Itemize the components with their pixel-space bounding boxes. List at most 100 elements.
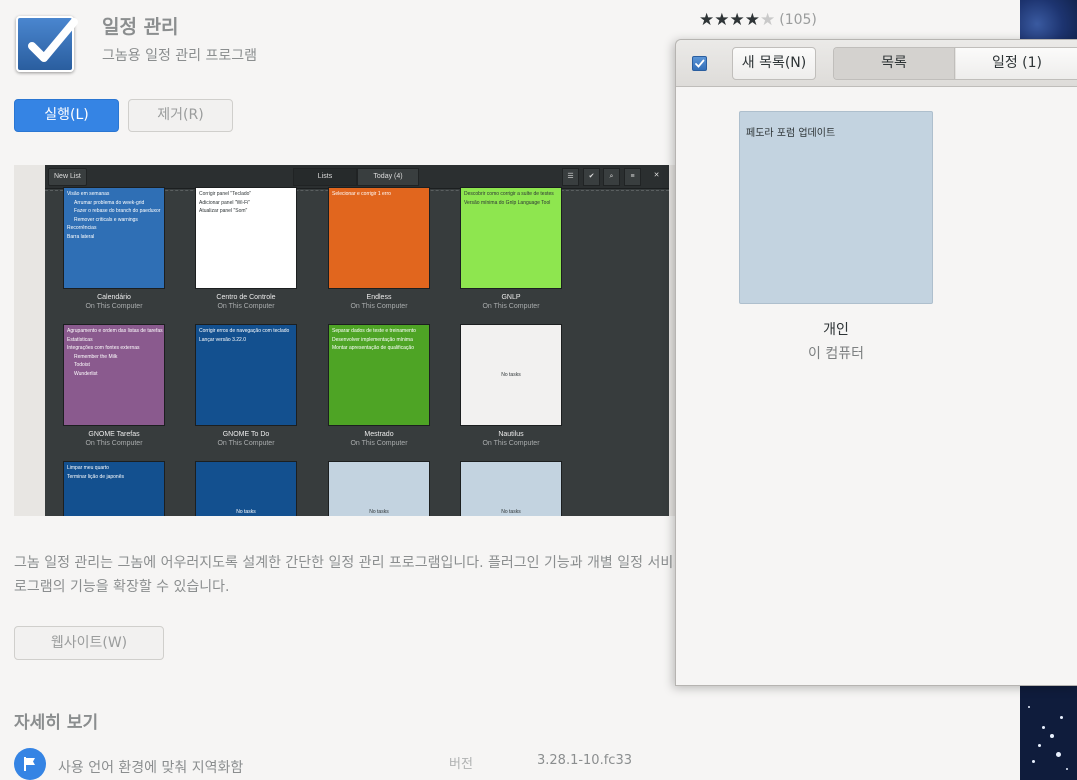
screenshot-task-item: Estatísticas: [67, 336, 93, 343]
screenshot-list-card: Agrupamento e ordem das listas de tarefa…: [63, 324, 165, 426]
star-icons: ★★★★★: [699, 10, 775, 30]
screenshot-card-name: Endless: [366, 294, 392, 301]
star-icon: ★: [744, 10, 760, 30]
rating-stars: ★★★★★ (105): [699, 10, 817, 30]
screenshot-tab-lists: Lists: [293, 168, 357, 186]
website-button[interactable]: 웹사이트(W): [14, 626, 164, 660]
screenshot-empty-label: No tasks: [369, 509, 389, 515]
desktop-wallpaper-bottom: [1020, 686, 1077, 780]
screenshot-task-item: Integrações com fontes externas: [67, 345, 140, 351]
screenshot-task-item: Fazer o rebase do branch do paeduxor: [74, 208, 161, 214]
screenshot-card-location: On This Computer: [217, 440, 275, 447]
screenshot-card-location: On This Computer: [217, 303, 275, 310]
screenshot-empty-label: No tasks: [501, 372, 521, 378]
star-icon: ★: [760, 10, 776, 30]
screenshot-card-name: GNOME To Do: [222, 431, 270, 438]
screenshot-task-item: Atualizar panel "Som": [199, 208, 248, 214]
screenshot-card-location: On This Computer: [85, 303, 143, 310]
description-line-2: 로그램의 기능을 확장할 수 있습니다.: [14, 579, 230, 595]
screenshot-card-name: GNLP: [501, 294, 521, 301]
localization-label: 사용 언어 환경에 맞춰 지역화함: [58, 760, 244, 776]
checkmark-icon: [28, 18, 78, 62]
app-title: 일정 관리: [102, 16, 179, 38]
screenshot-list-card: Visão em semanas Arrumar problema do week…: [63, 187, 165, 289]
description-line-1: 그놈 일정 관리는 그놈에 어우러지도록 설계한 간단한 일정 관리 프로그램입…: [14, 555, 674, 571]
check-icon: [695, 59, 705, 68]
screenshot-card-location: On This Computer: [350, 440, 408, 447]
localization-badge: [14, 748, 46, 780]
screenshot-menu-icon: ≡: [624, 168, 641, 186]
screenshot-card-location: On This Computer: [482, 440, 540, 447]
screenshot-card-location: On This Computer: [482, 303, 540, 310]
list-card-task: 페도라 포럼 업데이트: [746, 128, 836, 139]
star-icon: ★: [729, 10, 745, 30]
screenshot-card-name: Calendário: [97, 294, 131, 301]
screenshot-task-item: Limpar meu quarto: [67, 465, 109, 471]
screenshot-task-item: Agrupamento e ordem das listas de tarefa…: [67, 328, 163, 334]
screenshot-list-card: Separar dados de teste e treinamento Dese…: [328, 324, 430, 426]
screenshot-list-card: Corrigir panel "Teclado" Adicionar panel …: [195, 187, 297, 289]
list-card-personal[interactable]: 페도라 포럼 업데이트: [739, 111, 933, 304]
screenshot-list-card: No tasks: [460, 461, 562, 516]
run-button[interactable]: 실행(L): [14, 99, 119, 132]
screenshot-task-item: Lançar versão 3.22.0: [199, 336, 246, 343]
screenshot-list-card: Descobrir como corrigir a suíte de teste…: [460, 187, 562, 289]
screenshot-task-item: Terminar lição de japonês: [67, 473, 124, 480]
app-icon: [16, 16, 78, 72]
app-description: 그놈 일정 관리는 그놈에 어우러지도록 설계한 간단한 일정 관리 프로그램입…: [14, 551, 674, 599]
todo-headerbar: 새 목록(N) 목록 일정 (1): [676, 40, 1077, 87]
screenshot-task-item: Desenvolver implementação mínima: [332, 336, 413, 343]
select-mode-checkbox[interactable]: [692, 56, 707, 71]
version-label: 버전: [449, 757, 473, 772]
screenshot-card-name: GNOME Tarefas: [88, 431, 140, 438]
screenshot-close-icon: ✕: [653, 172, 660, 179]
screenshot-card-location: On This Computer: [350, 303, 408, 310]
screenshot-list-card: No tasks: [460, 324, 562, 426]
app-summary: 그놈용 일정 관리 프로그램: [102, 48, 258, 64]
star-icon: ★: [714, 10, 730, 30]
view-switcher: 목록 일정 (1): [833, 47, 1077, 80]
todo-window[interactable]: 새 목록(N) 목록 일정 (1) 페도라 포럼 업데이트 개인 이 컴퓨터: [675, 39, 1077, 686]
screenshot-task-item: Wunderlist: [74, 370, 98, 377]
screenshot-task-item: Barra lateral: [67, 233, 95, 240]
screenshot-card-name: Centro de Controle: [216, 294, 276, 301]
screenshot-task-item: Versão mínima do Gnlp Language Tool: [464, 199, 551, 206]
screenshot-card-name: Mestrado: [364, 431, 394, 438]
screenshot-empty-label: No tasks: [501, 509, 521, 515]
screenshot-empty-label: No tasks: [236, 509, 256, 515]
list-card-name: 개인: [823, 322, 849, 338]
screenshot-task-item: Todoist: [74, 362, 90, 368]
screenshot-card-location: On This Computer: [85, 440, 143, 447]
screenshot-search-icon: ⌕: [603, 168, 620, 186]
screenshot-task-item: Corrigir panel "Teclado": [199, 191, 252, 197]
version-value: 3.28.1-10.fc33: [537, 753, 632, 768]
desktop-wallpaper-top: [1020, 0, 1077, 40]
screenshot-list-card: No tasks: [195, 461, 297, 516]
screenshot-list-card: Limpar meu quarto Terminar lição de japon…: [63, 461, 165, 516]
review-count[interactable]: (105): [779, 12, 817, 28]
list-card-location: 이 컴퓨터: [808, 346, 864, 362]
screenshot-new-list-button: New List: [48, 168, 87, 186]
screenshot-task-item: Montar apresentação de qualificação: [332, 345, 414, 351]
screenshot-list-card: Selecionar e corrigir 1 erro: [328, 187, 430, 289]
star-icon: ★: [699, 10, 715, 30]
screenshot-task-item: Recorrências: [67, 225, 97, 231]
screenshot-task-item: Separar dados de teste e treinamento: [332, 328, 416, 334]
screenshot-task-item: Visão em semanas: [67, 191, 110, 197]
tab-today[interactable]: 일정 (1): [956, 48, 1077, 79]
tab-lists[interactable]: 목록: [834, 48, 955, 79]
screenshot-list-card: Corrigir erros de navegação com teclado L…: [195, 324, 297, 426]
screenshot-task-item: Selecionar e corrigir 1 erro: [332, 191, 391, 197]
screenshot-headerbar: New List Lists Today (4) ☰ ✔ ⌕ ≡ ✕: [45, 165, 669, 189]
new-list-button[interactable]: 새 목록(N): [732, 47, 816, 80]
details-heading: 자세히 보기: [14, 713, 99, 733]
remove-button[interactable]: 제거(R): [128, 99, 233, 132]
screenshot-task-item: Remember the Milk: [74, 353, 118, 360]
app-screenshot: New List Lists Today (4) ☰ ✔ ⌕ ≡ ✕ Visão…: [45, 165, 669, 516]
flag-icon: [24, 757, 35, 771]
screenshot-task-item: Corrigir erros de navegação com teclado: [199, 328, 290, 334]
screenshot-list-card: No tasks: [328, 461, 430, 516]
screenshot-task-item: Descobrir como corrigir a suíte de teste…: [464, 191, 554, 197]
screenshot-gallery[interactable]: New List Lists Today (4) ☰ ✔ ⌕ ≡ ✕ Visão…: [14, 165, 690, 516]
screenshot-task-item: Adicionar panel "Wi-Fi": [199, 199, 251, 206]
